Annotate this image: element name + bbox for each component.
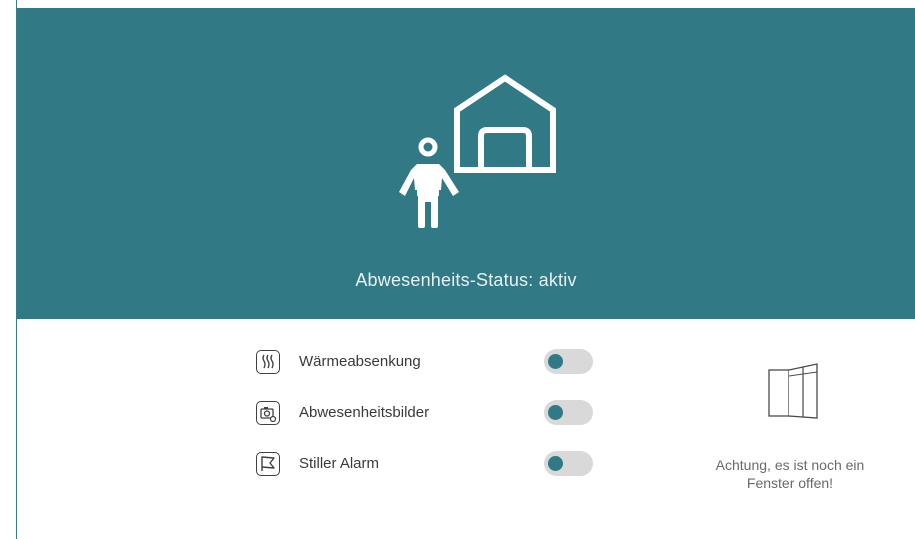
camera-images-icon <box>256 401 280 425</box>
setting-label-silent-alarm: Stiller Alarm <box>299 455 380 472</box>
status-banner: Abwesenheits-Status: aktiv <box>17 8 915 319</box>
toggle-knob <box>548 354 563 369</box>
silent-alarm-toggle[interactable] <box>544 451 593 476</box>
absence-images-toggle[interactable] <box>544 400 593 425</box>
heat-reduction-toggle[interactable] <box>544 349 593 374</box>
setting-row-silent-alarm: Stiller Alarm <box>256 450 596 480</box>
open-window-icon <box>768 363 818 419</box>
setting-row-absence-images: Abwesenheitsbilder <box>256 399 596 429</box>
setting-label-absence-images: Abwesenheitsbilder <box>299 404 430 421</box>
person-house-icon <box>399 74 556 228</box>
toggle-knob <box>548 456 563 471</box>
toggle-knob <box>548 405 563 420</box>
window-warning-text: Achtung, es ist noch ein Fenster offen! <box>695 456 885 492</box>
warning-line-2: Fenster offen! <box>746 475 834 491</box>
heat-waves-icon <box>256 350 280 374</box>
flag-icon <box>256 452 280 476</box>
warning-line-1: Achtung, es ist noch ein <box>715 457 865 473</box>
setting-row-heat-reduction: Wärmeabsenkung <box>256 348 596 378</box>
setting-label-heat-reduction: Wärmeabsenkung <box>299 353 421 370</box>
absence-status-text: Abwesenheits-Status: aktiv <box>355 270 577 290</box>
